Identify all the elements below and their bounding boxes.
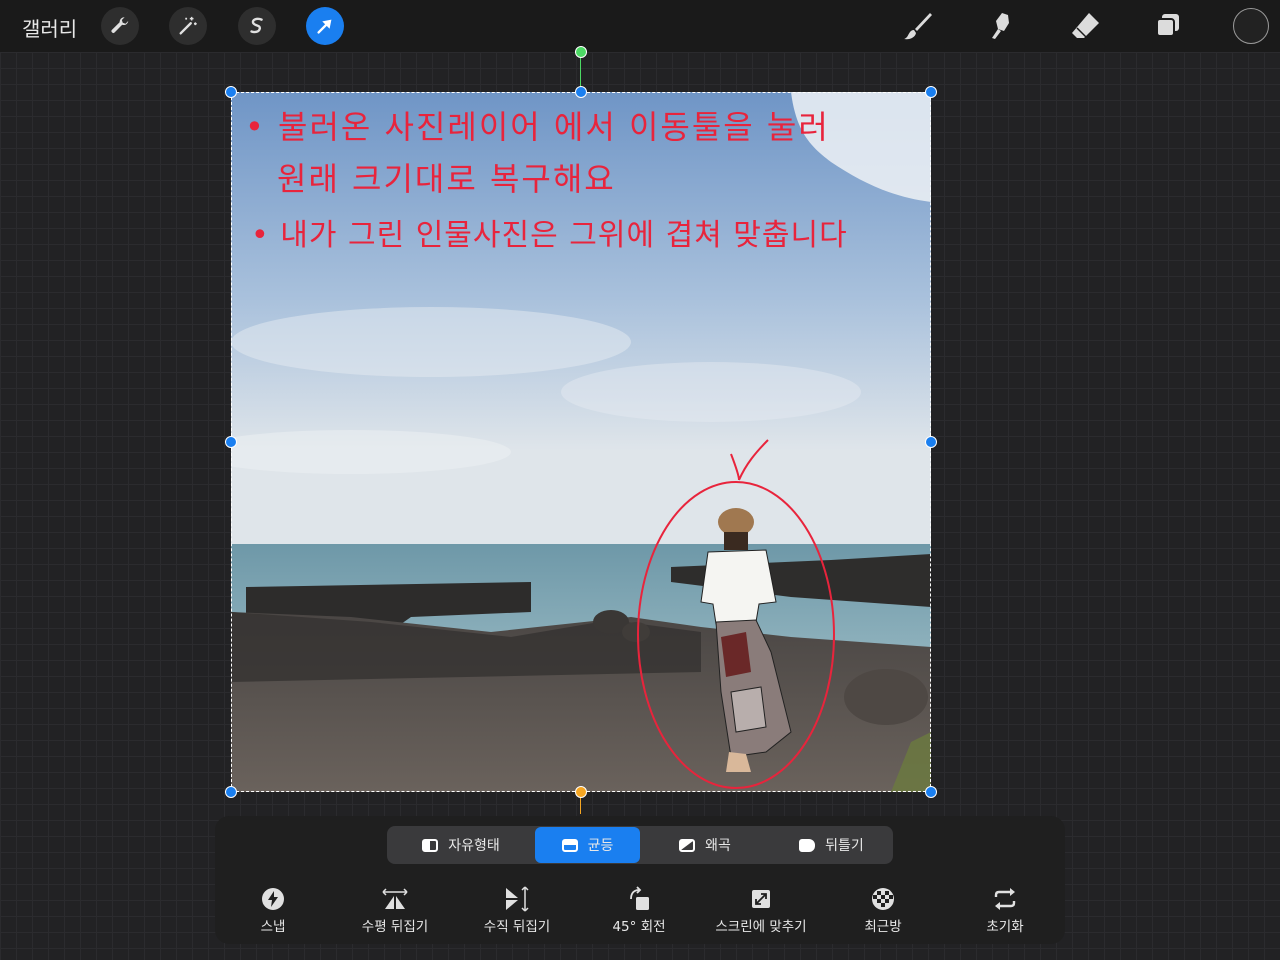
- uniform-icon: [561, 838, 578, 852]
- magic-wand-icon[interactable]: [169, 7, 207, 45]
- mode-warp-label: 뒤틀기: [825, 838, 864, 854]
- reset-label: 초기화: [986, 919, 1024, 935]
- snap-button[interactable]: 스냅: [203, 886, 343, 935]
- mode-freeform-button[interactable]: 자유형태: [387, 826, 535, 864]
- reset-icon: [992, 886, 1018, 912]
- distort-icon: [679, 838, 696, 852]
- mode-uniform-button[interactable]: 균등: [535, 827, 640, 863]
- handle-middle-right[interactable]: [925, 436, 937, 448]
- handle-top-left[interactable]: [225, 86, 237, 98]
- handle-top-right[interactable]: [925, 86, 937, 98]
- selection-icon[interactable]: [238, 7, 276, 45]
- rotate-45-button[interactable]: 45° 회전: [569, 886, 709, 935]
- mode-distort-label: 왜곡: [705, 838, 731, 854]
- gallery-button[interactable]: 갤러리: [22, 13, 77, 42]
- flip-vertical-button[interactable]: 수직 뒤집기: [447, 886, 587, 935]
- transform-mode-switch: 자유형태 균등 왜곡 뒤틀기: [387, 826, 893, 864]
- handle-bottom-left[interactable]: [225, 786, 237, 798]
- interpolation-label: 최근방: [864, 919, 902, 935]
- fit-screen-button[interactable]: 스크린에 맞추기: [691, 886, 831, 935]
- top-toolbar: 갤러리: [0, 0, 1280, 52]
- mode-freeform-label: 자유형태: [448, 838, 500, 854]
- transform-arrow-icon[interactable]: [306, 7, 344, 45]
- handle-middle-left[interactable]: [225, 436, 237, 448]
- flip-vertical-icon: [504, 886, 530, 912]
- mode-uniform-label: 균등: [587, 838, 614, 854]
- eraser-icon[interactable]: [1067, 8, 1103, 44]
- smudge-icon[interactable]: [984, 8, 1020, 44]
- snap-label: 스냅: [260, 919, 286, 935]
- snap-icon: [260, 886, 286, 912]
- layers-icon[interactable]: [1150, 8, 1186, 44]
- shear-handle[interactable]: [575, 786, 587, 798]
- handle-bottom-right[interactable]: [925, 786, 937, 798]
- color-picker[interactable]: [1233, 8, 1269, 44]
- transform-bounding-box: [231, 92, 931, 792]
- flip-horizontal-button[interactable]: 수평 뒤집기: [325, 886, 465, 935]
- brush-icon[interactable]: [900, 8, 936, 44]
- warp-icon: [799, 838, 816, 852]
- mode-warp-button[interactable]: 뒤틀기: [770, 826, 893, 864]
- wrench-icon[interactable]: [101, 7, 139, 45]
- freeform-icon: [422, 838, 439, 852]
- interpolation-button[interactable]: 최근방: [813, 886, 953, 935]
- reset-button[interactable]: 초기화: [935, 886, 1075, 935]
- rotate-45-label: 45° 회전: [612, 919, 666, 935]
- fit-screen-icon: [748, 886, 774, 912]
- flip-horizontal-icon: [382, 886, 408, 912]
- rotate-45-icon: [626, 886, 652, 912]
- flip-vertical-label: 수직 뒤집기: [483, 919, 551, 935]
- mode-distort-button[interactable]: 왜곡: [640, 826, 770, 864]
- interpolation-icon: [870, 886, 896, 912]
- rotation-handle[interactable]: [575, 46, 587, 58]
- flip-horizontal-label: 수평 뒤집기: [361, 919, 429, 935]
- handle-top-center[interactable]: [575, 86, 587, 98]
- fit-screen-label: 스크린에 맞추기: [715, 919, 807, 935]
